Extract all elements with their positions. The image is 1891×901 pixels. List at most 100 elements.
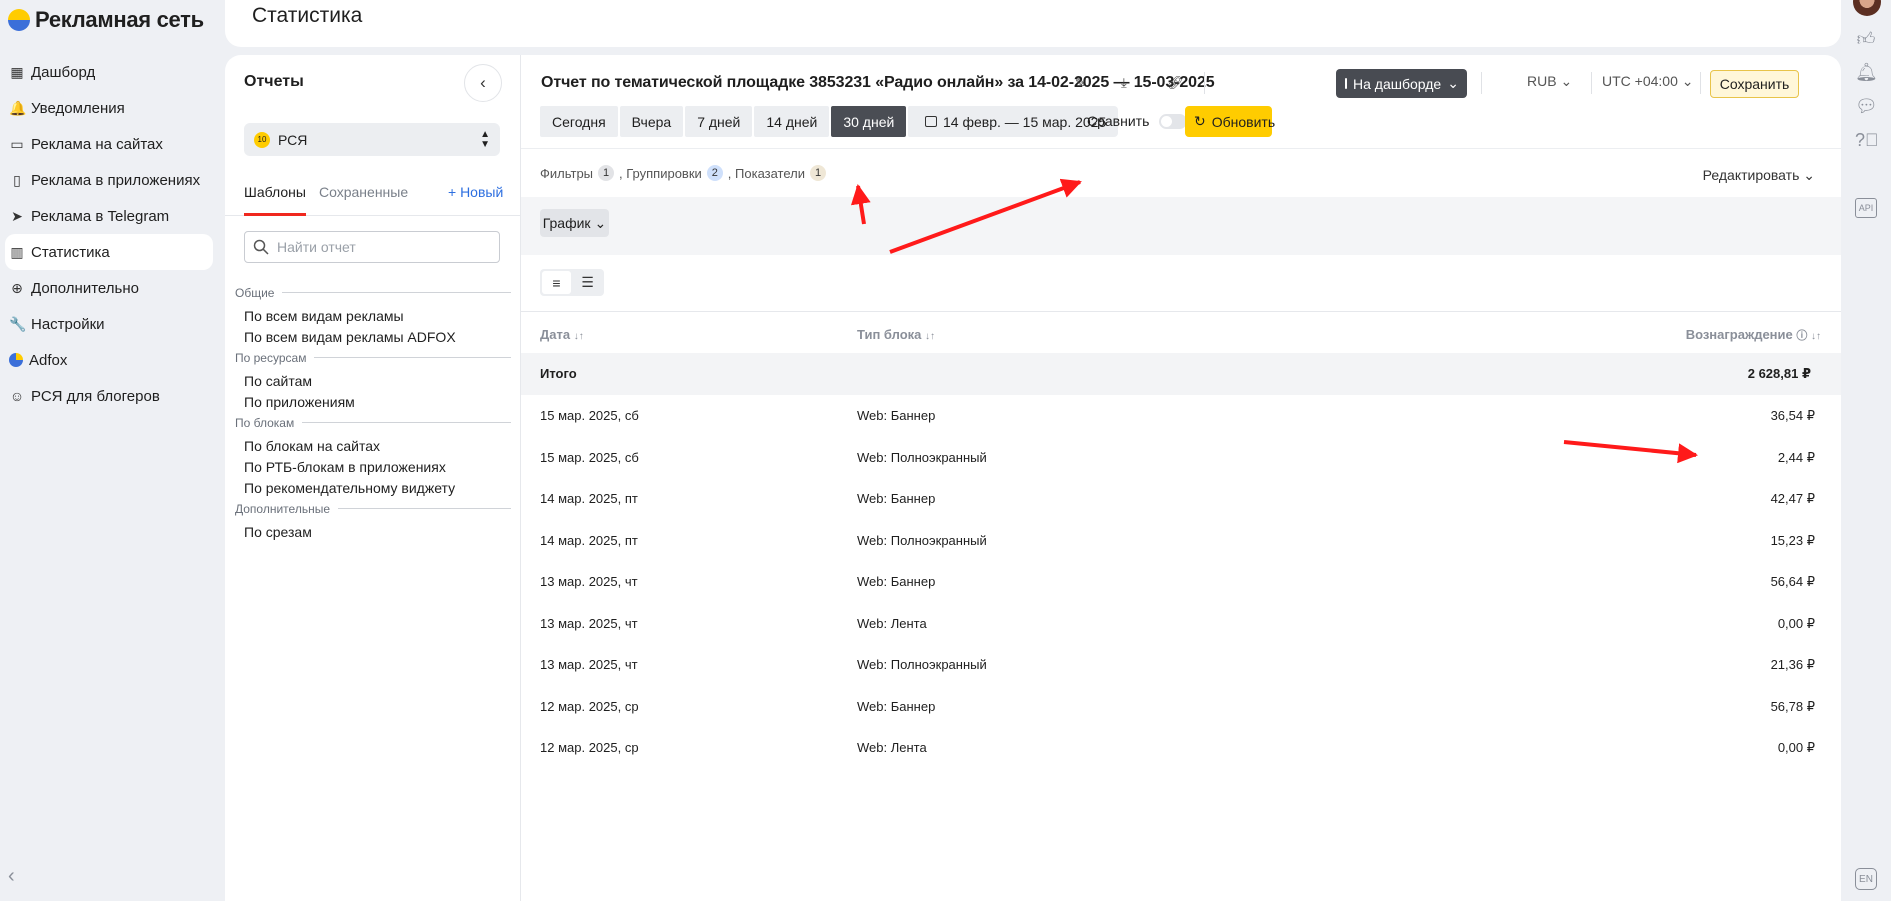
edit-title-icon[interactable]: ✎ xyxy=(1075,75,1086,91)
search-icon xyxy=(253,239,269,255)
filters-count-badge: 1 xyxy=(598,165,615,181)
preset-button-2[interactable]: 7 дней xyxy=(685,106,753,137)
tab-templates[interactable]: Шаблоны xyxy=(244,179,306,216)
preset-button-0[interactable]: Сегодня xyxy=(540,106,618,137)
cell-reward: 2,44 ₽ xyxy=(1777,449,1815,465)
nav-item-label: РСЯ для блогеров xyxy=(31,387,160,405)
cell-date: 12 мар. 2025, ср xyxy=(540,740,639,755)
table-row: 12 мар. 2025, ср Web: Баннер 56,78 ₽ xyxy=(521,686,1841,728)
table-row: 13 мар. 2025, чт Web: Баннер 56,64 ₽ xyxy=(521,561,1841,603)
collapse-panel-button[interactable]: ‹ xyxy=(464,64,502,102)
nav-item-3[interactable]: ▯ Реклама в приложениях xyxy=(5,162,213,198)
timezone-value: UTC +04:00 xyxy=(1602,73,1678,89)
nav-item-2[interactable]: ▭ Реклама на сайтах xyxy=(5,126,213,162)
preset-button-1[interactable]: Вчера xyxy=(619,106,684,137)
sort-icon: ↓↑ xyxy=(573,331,584,342)
groupings-count-badge: 2 xyxy=(706,165,723,181)
cell-reward: 56,64 ₽ xyxy=(1770,574,1815,589)
download-icon[interactable]: ⤓ xyxy=(1121,75,1127,91)
nav-item-6[interactable]: ⊕ Дополнительно xyxy=(5,270,213,306)
table-row: 13 мар. 2025, чт Web: Лента 0,00 ₽ xyxy=(521,603,1841,645)
timezone-select[interactable]: UTC +04:00 ⌄ xyxy=(1602,73,1694,90)
edit-report-button[interactable]: Редактировать ⌄ xyxy=(1703,167,1815,184)
table-row: 15 мар. 2025, сб Web: Баннер 36,54 ₽ xyxy=(521,395,1841,437)
nav-item-0[interactable]: ▦ Дашборд xyxy=(5,54,213,90)
cell-reward: 15,23 ₽ xyxy=(1770,532,1815,548)
help-icon[interactable]: ⓘ xyxy=(1796,330,1807,342)
collapse-nav-icon[interactable]: ‹ xyxy=(8,865,15,888)
thumbs-up-icon[interactable]: 👍︎ xyxy=(1855,28,1877,50)
template-group-label: По ресурсам xyxy=(235,350,307,365)
help-icon[interactable]: ?⃝ xyxy=(1855,130,1879,151)
nav-menu: ▦ Дашборд 🔔 Уведомления ▭ Реклама на сайтах ▯ Р… xyxy=(5,54,213,414)
column-reward-label: Вознаграждение xyxy=(1685,327,1793,342)
chat-icon[interactable]: 💬︎ xyxy=(1855,96,1878,117)
cell-reward: 56,78 ₽ xyxy=(1770,698,1815,714)
language-switch[interactable]: EN xyxy=(1855,868,1877,890)
graph-toggle-button[interactable]: График ⌄ xyxy=(540,209,609,237)
template-group-title: Общие xyxy=(235,285,511,300)
dashboard-icon: ▦ xyxy=(10,63,24,80)
currency-value: RUB xyxy=(1527,73,1557,89)
cell-type: Web: Лента xyxy=(857,615,927,631)
nav-item-label: Уведомления xyxy=(31,99,125,117)
preset-button-4[interactable]: 30 дней xyxy=(831,106,907,137)
avatar[interactable] xyxy=(1853,0,1881,16)
currency-select[interactable]: RUB ⌄ xyxy=(1527,73,1572,90)
report-title: Отчет по тематической площадке 3853231 «… xyxy=(541,74,1215,91)
reports-panel: Отчеты ‹ 10 РСЯ ▲ ▼ Шаблоны Сохраненные +… xyxy=(225,55,521,901)
filters-summary[interactable]: Фильтры 1 , Группировки 2 , Показатели 1 xyxy=(540,165,828,181)
cell-type: Web: Лента xyxy=(857,740,927,755)
reports-panel-title: Отчеты xyxy=(244,73,304,90)
sort-icon: ↓↑ xyxy=(1811,331,1821,342)
cell-reward: 36,54 ₽ xyxy=(1770,408,1815,423)
template-item[interactable]: По РТБ-блокам в приложениях xyxy=(235,457,511,478)
tab-saved[interactable]: Сохраненные xyxy=(319,179,408,216)
template-item[interactable]: По приложениям xyxy=(235,392,511,413)
product-badge-icon: 10 xyxy=(254,131,270,148)
template-item[interactable]: По срезам xyxy=(235,522,511,543)
report-search xyxy=(244,231,500,263)
new-report-link[interactable]: + Новый xyxy=(448,179,503,216)
report-panel: Отчет по тематической площадке 3853231 «… xyxy=(521,55,1841,901)
bell-icon[interactable]: 🔔︎ xyxy=(1855,62,1878,83)
template-item[interactable]: По блокам на сайтах xyxy=(235,436,511,457)
column-type[interactable]: Тип блока ↓↑ xyxy=(857,327,935,342)
compare-toggle[interactable] xyxy=(1159,113,1188,129)
flat-view-icon[interactable]: ≡ xyxy=(542,271,571,294)
template-item[interactable]: По сайтам xyxy=(235,371,511,392)
column-reward[interactable]: Вознаграждение ⓘ ↓↑ xyxy=(1686,327,1821,343)
table-row: 14 мар. 2025, пт Web: Баннер 42,47 ₽ xyxy=(521,478,1841,520)
report-search-input[interactable] xyxy=(277,239,477,255)
api-icon[interactable]: API xyxy=(1855,198,1877,218)
nav-item-5[interactable]: ▥ Статистика xyxy=(5,234,213,270)
templates-tabs: Шаблоны Сохраненные + Новый xyxy=(225,179,521,216)
nav-item-4[interactable]: ➤ Реклама в Telegram xyxy=(5,198,213,234)
left-navigation: Рекламная сеть ▦ Дашборд 🔔 Уведомления ▭ Рекл… xyxy=(0,0,225,901)
template-item[interactable]: По всем видам рекламы xyxy=(235,306,511,327)
nav-item-8[interactable]: Adfox xyxy=(5,342,213,378)
column-date[interactable]: Дата ↓↑ xyxy=(540,327,584,342)
preset-button-3[interactable]: 14 дней xyxy=(754,106,830,137)
tree-view-icon[interactable]: ☰ xyxy=(573,271,602,294)
column-date-label: Дата xyxy=(540,327,571,342)
cell-reward: 0,00 ₽ xyxy=(1777,740,1815,755)
nav-item-label: Реклама в приложениях xyxy=(31,171,201,189)
nav-item-1[interactable]: 🔔 Уведомления xyxy=(5,90,213,126)
brand-logo-icon xyxy=(8,9,30,31)
chart-icon: ▥ xyxy=(10,243,24,260)
product-select[interactable]: 10 РСЯ ▲ ▼ xyxy=(244,123,500,156)
template-item[interactable]: По рекомендательному виджету xyxy=(235,478,511,499)
cell-type: Web: Полноэкранный xyxy=(857,449,987,465)
metrics-label: , Показатели xyxy=(727,165,806,181)
refresh-label: Обновить xyxy=(1211,113,1276,130)
template-item[interactable]: По всем видам рекламы ADFOX xyxy=(235,327,511,348)
template-group: Общие По всем видам рекламы По всем видам … xyxy=(235,285,511,348)
nav-item-7[interactable]: 🔧 Настройки xyxy=(5,306,213,342)
brand-logo-link[interactable]: Рекламная сеть xyxy=(8,5,204,35)
compare-control: Сравнить xyxy=(1087,113,1188,129)
link-icon[interactable]: 🔗︎ xyxy=(1167,75,1184,91)
nav-item-9[interactable]: ☺ РСЯ для блогеров xyxy=(5,378,213,414)
chevron-left-icon: ‹ xyxy=(480,73,486,92)
refresh-button[interactable]: ↻ Обновить xyxy=(1185,106,1276,137)
